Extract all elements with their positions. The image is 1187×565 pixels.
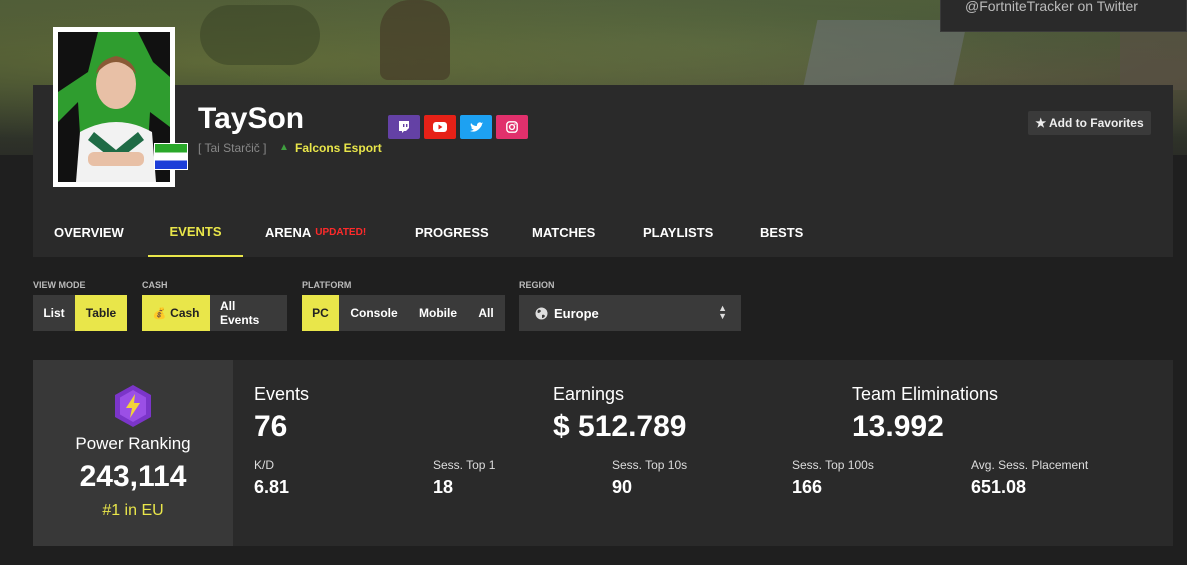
youtube-button[interactable]	[424, 115, 456, 139]
top1-label: Sess. Top 1	[433, 458, 496, 472]
region-select[interactable]: Europe ▲ ▼	[519, 295, 741, 331]
top1-value: 18	[433, 477, 454, 497]
platform-all-button[interactable]: All	[467, 295, 505, 331]
team-eliminations-label: Team Eliminations	[852, 384, 999, 404]
earnings-label: Earnings	[553, 384, 625, 404]
view-mode-label: VIEW MODE	[33, 280, 86, 290]
power-ranking-value: 243,114	[79, 460, 187, 493]
view-mode-toggle: List Table	[33, 295, 127, 331]
top10-label: Sess. Top 10s	[612, 458, 688, 472]
power-ranking-icon	[115, 385, 151, 427]
kd-label: K/D	[254, 458, 275, 472]
tab-playlists[interactable]: PLAYLISTS	[643, 208, 713, 257]
tab-progress[interactable]: PROGRESS	[415, 208, 489, 257]
tab-overview[interactable]: OVERVIEW	[54, 208, 124, 257]
top100-value: 166	[792, 477, 823, 497]
tab-arena[interactable]: ARENA UPDATED!	[265, 208, 366, 257]
cash-button[interactable]: 💰 Cash	[142, 295, 210, 331]
twitter-promo[interactable]: @FortniteTracker on Twitter	[940, 0, 1187, 32]
twitch-icon	[399, 121, 409, 133]
add-to-favorites-button[interactable]: ★ Add to Favorites	[1028, 111, 1151, 135]
view-list-button[interactable]: List	[33, 295, 75, 331]
platform-label: PLATFORM	[302, 280, 352, 290]
youtube-icon	[433, 122, 447, 132]
top10-value: 90	[612, 477, 633, 497]
cash-toggle: 💰 Cash All Events	[142, 295, 287, 331]
player-name: TaySon	[198, 102, 305, 135]
platform-console-button[interactable]: Console	[339, 295, 409, 331]
team-link[interactable]: Falcons Esport	[295, 141, 382, 155]
events-value: 76	[254, 410, 288, 443]
twitter-icon	[469, 121, 483, 132]
region-label: REGION	[519, 280, 555, 290]
cash-label: CASH	[142, 280, 168, 290]
events-label: Events	[254, 384, 310, 404]
player-real-name: [ Tai Starčič ]	[198, 141, 267, 155]
team-logo-icon: ▲	[279, 142, 289, 153]
select-arrows-icon: ▲ ▼	[718, 303, 727, 321]
instagram-icon	[506, 121, 518, 133]
top100-label: Sess. Top 100s	[792, 458, 874, 472]
tab-events[interactable]: EVENTS	[148, 208, 243, 257]
avg-placement-value: 651.08	[971, 477, 1027, 497]
globe-icon	[535, 307, 548, 319]
avg-placement-label: Avg. Sess. Placement	[971, 458, 1089, 472]
kd-value: 6.81	[254, 477, 290, 497]
team-eliminations-value: 13.992	[852, 410, 944, 443]
instagram-button[interactable]	[496, 115, 528, 139]
twitter-button[interactable]	[460, 115, 492, 139]
all-events-button[interactable]: All Events	[210, 295, 287, 331]
platform-mobile-button[interactable]: Mobile	[409, 295, 467, 331]
power-ranking-label: Power Ranking	[75, 434, 191, 453]
region-rank: #1 in EU	[102, 502, 164, 519]
updated-badge: UPDATED!	[315, 227, 367, 238]
tab-matches[interactable]: MATCHES	[532, 208, 595, 257]
money-bag-icon: 💰	[152, 307, 167, 320]
platform-toggle: PC Console Mobile All	[302, 295, 505, 331]
earnings-value: $ 512.789	[553, 410, 687, 443]
view-table-button[interactable]: Table	[75, 295, 127, 331]
country-flag	[154, 143, 188, 170]
tab-bests[interactable]: BESTS	[760, 208, 803, 257]
platform-pc-button[interactable]: PC	[302, 295, 339, 331]
twitch-button[interactable]	[388, 115, 420, 139]
